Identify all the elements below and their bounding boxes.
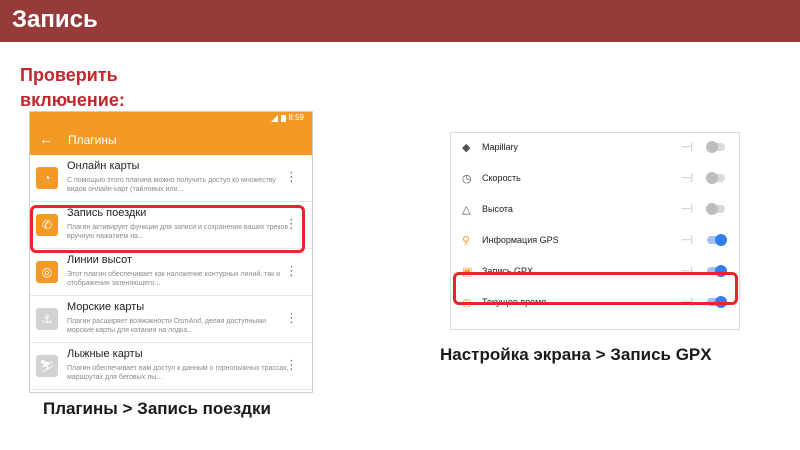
caption-plugins: Плагины > Запись поездки: [43, 399, 271, 418]
widget-name: Скорость: [482, 173, 521, 183]
plugin-row-ski-maps[interactable]: ⛷ Лыжные карты Плагин обеспечивает вам д…: [30, 343, 312, 390]
widget-toggle[interactable]: [706, 172, 725, 184]
toggle-knob: [706, 172, 718, 184]
globe-icon: ◔: [36, 167, 58, 189]
widget-settings-dash: —|: [681, 203, 693, 213]
plugins-app-bar: ← Плагины: [30, 125, 312, 155]
more-vert-icon[interactable]: ⋮: [285, 310, 298, 326]
plugin-name: Онлайн карты: [67, 160, 140, 172]
altitude-icon: △: [462, 204, 471, 216]
widget-toggle[interactable]: [706, 141, 725, 153]
speed-icon: ◷: [462, 173, 472, 185]
more-vert-icon[interactable]: ⋮: [285, 357, 298, 373]
boat-icon: ⚓: [36, 308, 58, 330]
more-vert-icon[interactable]: ⋮: [285, 169, 298, 185]
status-time: 8:59: [288, 113, 304, 122]
plugin-row-online-maps[interactable]: ◔ Онлайн карты С помощью этого плагина м…: [30, 155, 312, 202]
slide-title-bar: Запись: [0, 0, 800, 42]
toggle-knob: [715, 234, 727, 246]
caption-widgets: Настройка экрана > Запись GPX: [440, 345, 712, 364]
more-vert-icon[interactable]: ⋮: [285, 263, 298, 279]
widget-settings-dash: —|: [681, 234, 693, 244]
plugin-name: Лыжные карты: [67, 348, 143, 360]
widget-row-speed[interactable]: ◷ Скорость —|: [451, 164, 739, 195]
contour-lines-icon: ◎: [36, 261, 58, 283]
signal-icon: [271, 115, 278, 122]
widget-row-mapillary[interactable]: ◆ Mapillary —|: [451, 133, 739, 164]
plugin-description: Плагин обеспечивает вам доступ к данным …: [67, 365, 289, 381]
widget-name: Информация GPS: [482, 235, 559, 245]
plugin-name: Линии высот: [67, 254, 133, 266]
toggle-knob: [706, 203, 718, 215]
plugin-name: Морские карты: [67, 301, 145, 313]
widget-settings-dash: —|: [681, 141, 693, 151]
plugin-description: С помощью этого плагина можно получить д…: [67, 177, 276, 193]
slide-title: Запись: [12, 6, 98, 33]
skier-icon: ⛷: [36, 355, 58, 377]
widget-settings-dash: —|: [681, 172, 693, 182]
plugin-description: Этот плагин обеспечивает как наложение к…: [67, 271, 281, 287]
plugins-title: Плагины: [68, 133, 117, 147]
widget-row-gps-info[interactable]: ⚲ Информация GPS —|: [451, 226, 739, 257]
toggle-knob: [706, 141, 718, 153]
widget-name: Высота: [482, 204, 513, 214]
mapillary-icon: ◆: [462, 142, 471, 154]
back-arrow-icon[interactable]: ←: [39, 131, 53, 147]
plugin-description: Плагин расширяет возможности OsmAnd, дел…: [67, 318, 267, 334]
widget-toggle[interactable]: [707, 234, 727, 246]
plugin-row-contour-lines[interactable]: ◎ Линии высот Этот плагин обеспечивает к…: [30, 249, 312, 296]
widget-toggle[interactable]: [706, 203, 725, 215]
plugin-row-nautical-maps[interactable]: ⚓ Морские карты Плагин расширяет возможн…: [30, 296, 312, 343]
highlight-trip-recording: [30, 205, 305, 253]
widget-row-altitude[interactable]: △ Высота —|: [451, 195, 739, 226]
battery-icon: [281, 115, 286, 122]
widget-name: Mapillary: [482, 142, 519, 152]
gps-info-icon: ⚲: [462, 235, 471, 247]
highlight-gpx-record: [453, 272, 738, 305]
slide: Запись Проверить включение: 8:59 ← Плаги…: [0, 0, 800, 450]
status-bar: 8:59: [30, 112, 312, 125]
check-label: Проверить включение:: [20, 65, 125, 110]
